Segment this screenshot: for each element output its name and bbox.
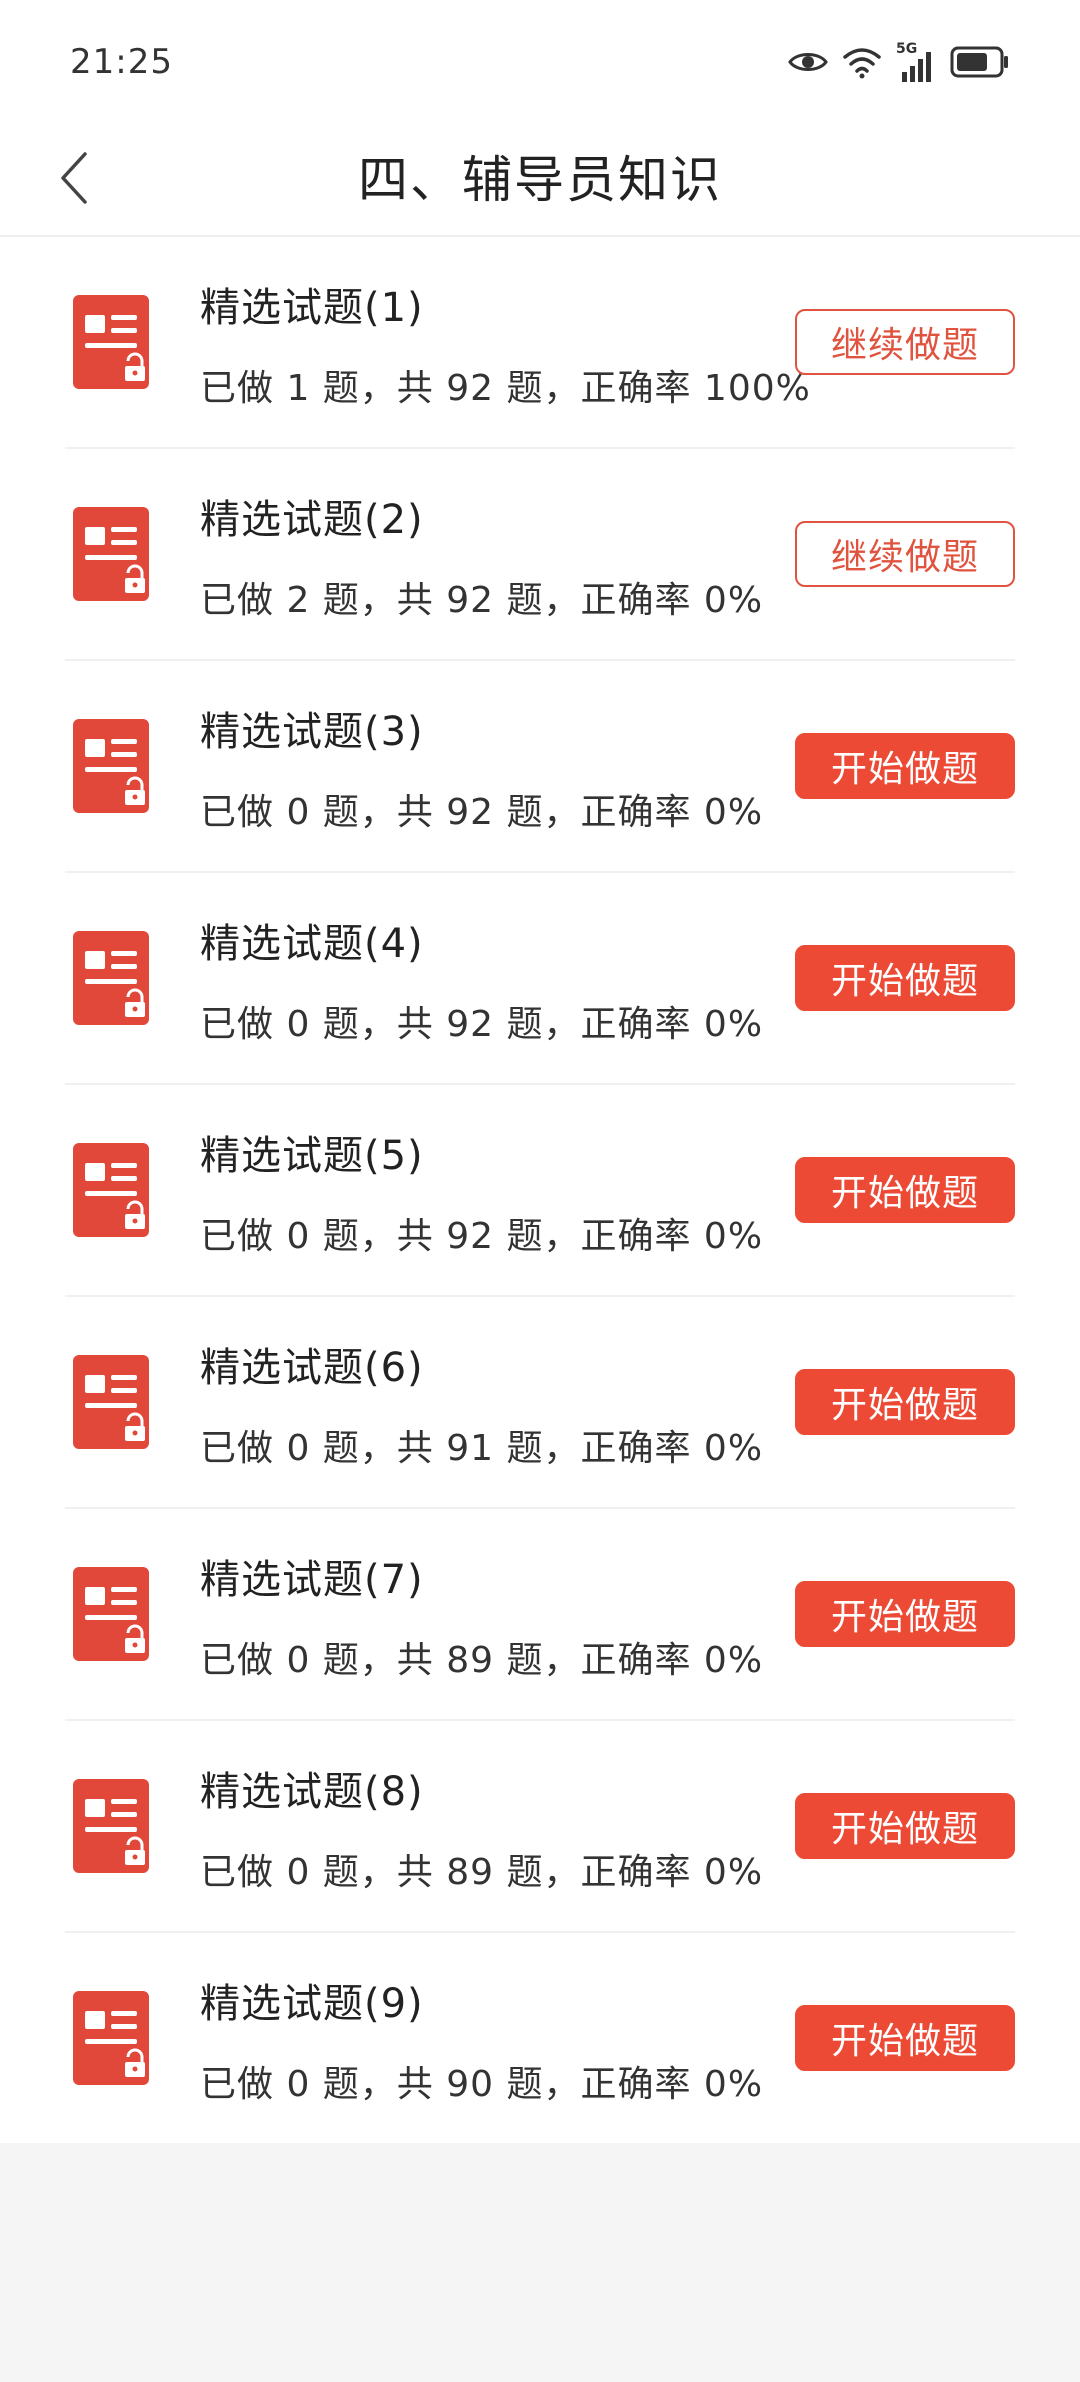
app-root: 21:25 5G 四、辅导员知识 精选试题(1) 已做 1 题，共 92 题，正… — [0, 0, 1080, 2382]
exam-paper-lock-icon — [73, 507, 149, 601]
exam-title: 精选试题(7) — [200, 1557, 424, 1603]
exam-list-item[interactable]: 精选试题(8) 已做 0 题，共 89 题，正确率 0% 开始做题 — [65, 1721, 1015, 1933]
page-title: 四、辅导员知识 — [358, 151, 722, 209]
status-time: 21:25 — [70, 42, 173, 82]
exam-progress-summary: 已做 0 题，共 92 题，正确率 0% — [200, 1004, 764, 1045]
exam-list-item[interactable]: 精选试题(9) 已做 0 题，共 90 题，正确率 0% 开始做题 — [65, 1933, 1015, 2143]
exam-title: 精选试题(8) — [200, 1769, 424, 1815]
exam-progress-summary: 已做 0 题，共 92 题，正确率 0% — [200, 792, 764, 833]
start-practice-button[interactable]: 开始做题 — [795, 733, 1015, 799]
exam-title: 精选试题(4) — [200, 921, 424, 967]
continue-practice-button[interactable]: 继续做题 — [795, 309, 1015, 375]
exam-progress-summary: 已做 0 题，共 91 题，正确率 0% — [200, 1428, 764, 1469]
start-practice-button[interactable]: 开始做题 — [795, 1793, 1015, 1859]
eye-icon — [788, 49, 828, 75]
exam-paper-lock-icon — [73, 1991, 149, 2085]
exam-paper-lock-icon — [73, 1143, 149, 1237]
exam-progress-summary: 已做 0 题，共 92 题，正确率 0% — [200, 1216, 764, 1257]
exam-list-item[interactable]: 精选试题(7) 已做 0 题，共 89 题，正确率 0% 开始做题 — [65, 1509, 1015, 1721]
exam-list-item[interactable]: 精选试题(3) 已做 0 题，共 92 题，正确率 0% 开始做题 — [65, 661, 1015, 873]
exam-paper-lock-icon — [73, 1567, 149, 1661]
exam-list-item[interactable]: 精选试题(1) 已做 1 题，共 92 题，正确率 100% 继续做题 — [65, 237, 1015, 449]
status-icons: 5G — [788, 40, 1010, 84]
exam-title: 精选试题(2) — [200, 497, 424, 543]
signal-icon: 5G — [896, 42, 936, 82]
battery-icon — [950, 46, 1010, 78]
status-bar: 21:25 5G — [0, 0, 1080, 125]
start-practice-button[interactable]: 开始做题 — [795, 1581, 1015, 1647]
exam-title: 精选试题(5) — [200, 1133, 424, 1179]
exam-paper-lock-icon — [73, 931, 149, 1025]
exam-title: 精选试题(6) — [200, 1345, 424, 1391]
exam-list-item[interactable]: 精选试题(2) 已做 2 题，共 92 题，正确率 0% 继续做题 — [65, 449, 1015, 661]
network-type-label: 5G — [896, 41, 918, 57]
exam-progress-summary: 已做 1 题，共 92 题，正确率 100% — [200, 368, 811, 409]
exam-title: 精选试题(3) — [200, 709, 424, 755]
exam-progress-summary: 已做 0 题，共 89 题，正确率 0% — [200, 1852, 764, 1893]
exam-title: 精选试题(9) — [200, 1981, 424, 2027]
wifi-icon — [842, 45, 882, 79]
exam-list-item[interactable]: 精选试题(4) 已做 0 题，共 92 题，正确率 0% 开始做题 — [65, 873, 1015, 1085]
continue-practice-button[interactable]: 继续做题 — [795, 521, 1015, 587]
exam-paper-lock-icon — [73, 719, 149, 813]
exam-list-item[interactable]: 精选试题(6) 已做 0 题，共 91 题，正确率 0% 开始做题 — [65, 1297, 1015, 1509]
exam-list: 精选试题(1) 已做 1 题，共 92 题，正确率 100% 继续做题 精选试题… — [0, 237, 1080, 2143]
start-practice-button[interactable]: 开始做题 — [795, 1369, 1015, 1435]
exam-list-item[interactable]: 精选试题(5) 已做 0 题，共 92 题，正确率 0% 开始做题 — [65, 1085, 1015, 1297]
exam-progress-summary: 已做 0 题，共 89 题，正确率 0% — [200, 1640, 764, 1681]
exam-paper-lock-icon — [73, 295, 149, 389]
exam-title: 精选试题(1) — [200, 285, 424, 331]
start-practice-button[interactable]: 开始做题 — [795, 1157, 1015, 1223]
exam-progress-summary: 已做 0 题，共 90 题，正确率 0% — [200, 2064, 764, 2105]
exam-progress-summary: 已做 2 题，共 92 题，正确率 0% — [200, 580, 764, 621]
exam-paper-lock-icon — [73, 1779, 149, 1873]
start-practice-button[interactable]: 开始做题 — [795, 945, 1015, 1011]
start-practice-button[interactable]: 开始做题 — [795, 2005, 1015, 2071]
app-header: 四、辅导员知识 — [0, 125, 1080, 237]
exam-paper-lock-icon — [73, 1355, 149, 1449]
